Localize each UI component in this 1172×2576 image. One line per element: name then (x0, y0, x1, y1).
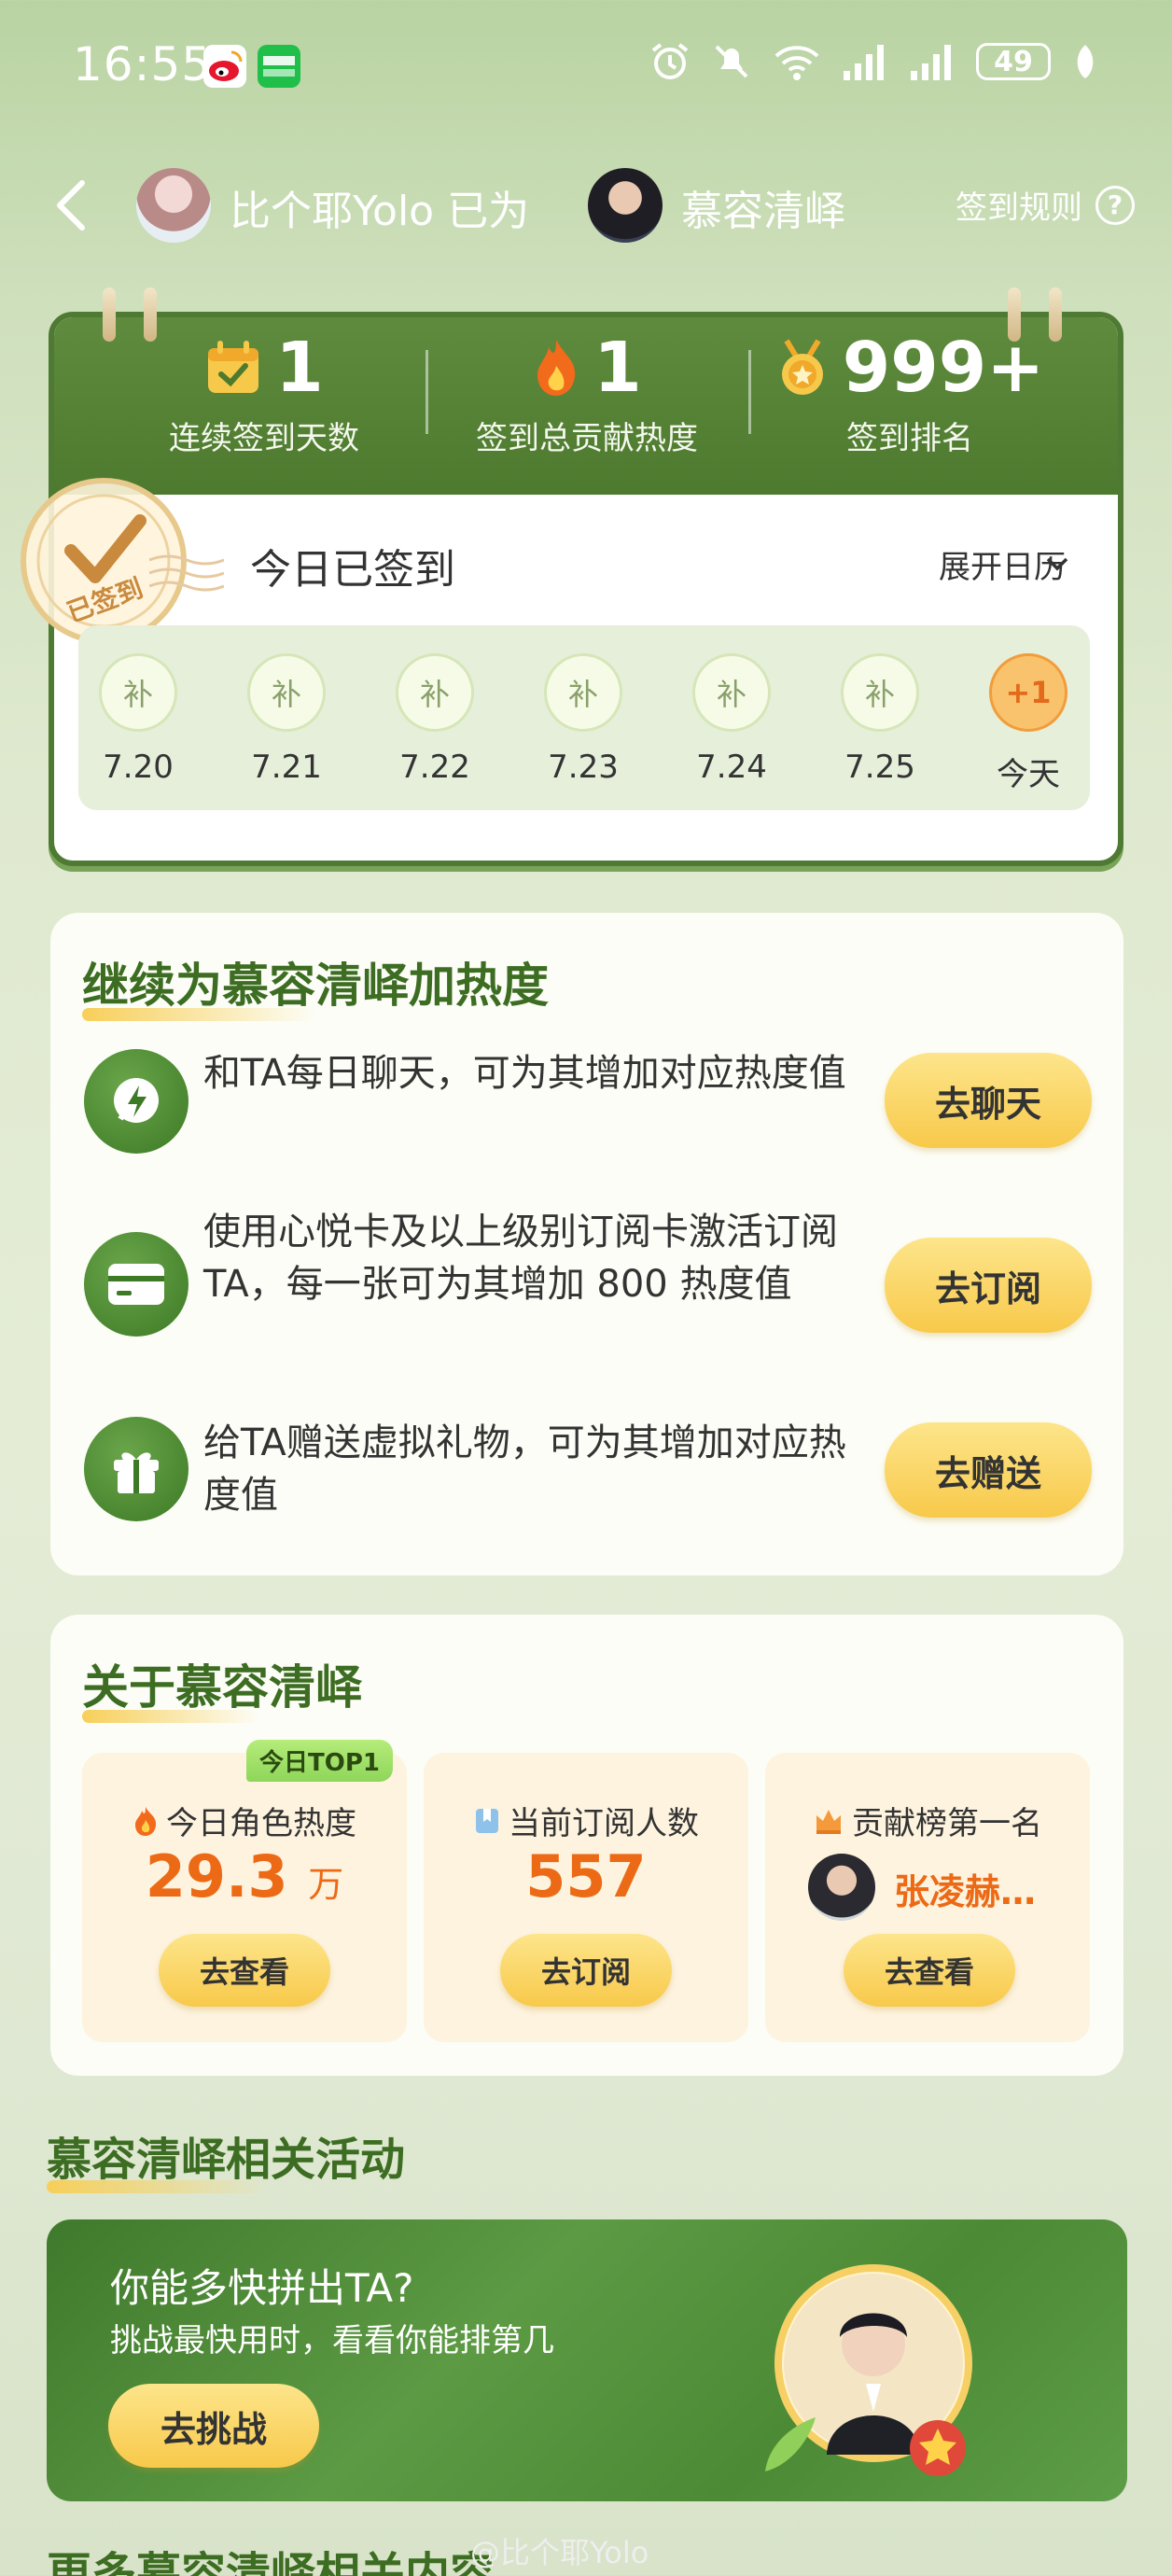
tile-title-text: 当前订阅人数 (509, 1805, 699, 1842)
tile-title: 当前订阅人数 (424, 1798, 748, 1843)
makeup-signin-badge[interactable]: 补 (544, 653, 622, 732)
back-arrow-icon[interactable] (49, 177, 91, 233)
character-avatar[interactable] (588, 168, 663, 243)
day-item[interactable]: 补 7.20 (96, 653, 180, 786)
about-title-text: 关于慕容清峄 (82, 1660, 362, 1715)
boost-section-title: 继续为慕容清峄加热度 (82, 948, 549, 1021)
makeup-signin-badge[interactable]: 补 (692, 653, 771, 732)
streak-value: 1 (275, 328, 324, 408)
subscribe-button[interactable]: 去订阅 (500, 1934, 672, 2007)
task-description: 给TA赠送虚拟礼物，可为其增加对应热度值 (203, 1421, 846, 1517)
day-item[interactable]: 补 7.24 (690, 653, 774, 786)
view-heat-button[interactable]: 去查看 (159, 1934, 330, 2007)
heat-label: 签到总贡献热度 (476, 420, 698, 457)
day-item[interactable]: 补 7.25 (838, 653, 922, 786)
character-name[interactable]: 慕容清峄 (681, 177, 845, 237)
view-ranking-button[interactable]: 去查看 (844, 1934, 1015, 2007)
contributor-name[interactable]: 张凌赫… (894, 1863, 1081, 1914)
signin-status: 今日已签到 (250, 546, 455, 594)
top1-badge: 今日TOP1 (246, 1740, 393, 1782)
more-content-title: 更多慕容清峄相关内容 (47, 2548, 495, 2576)
fire-icon (537, 340, 576, 396)
system-status-icons: 49 (649, 41, 1099, 82)
rank-stat: 999+ 签到排名 (746, 328, 1073, 458)
stamp-lines-decoration (149, 554, 224, 592)
boost-title-text: 继续为慕容清峄加热度 (82, 959, 549, 1013)
go-chat-button[interactable]: 去聊天 (885, 1053, 1092, 1148)
day-date: 7.22 (399, 749, 470, 786)
help-icon: ? (1095, 185, 1135, 225)
heat-value: 1 (593, 328, 642, 408)
day-date: 今天 (997, 756, 1060, 793)
tile-title-text: 贡献榜第一名 (852, 1805, 1042, 1842)
heat-unit: 万 (308, 1864, 344, 1905)
today-plus-badge[interactable]: +1 (989, 653, 1067, 732)
day-date: 7.25 (844, 749, 915, 786)
challenge-button[interactable]: 去挑战 (108, 2384, 319, 2468)
tile-value: 29.3 万 (82, 1842, 407, 1911)
day-item[interactable]: 补 7.22 (393, 653, 477, 786)
watermark: @比个耶Yolo (470, 2535, 649, 2570)
task-description: 使用心悦卡及以上级别订阅卡激活订阅TA，每一张可为其增加 800 热度值 (203, 1211, 838, 1306)
card-icon (84, 1232, 188, 1337)
iqiyi-icon (258, 45, 300, 88)
rank-value: 999+ (842, 328, 1045, 408)
streak-label: 连续签到天数 (169, 420, 359, 457)
signal-icon (844, 45, 884, 80)
user-name: 比个耶Yolo 已为 (230, 188, 530, 235)
heat-value: 29.3 (145, 1842, 288, 1911)
activities-title-text: 慕容清峄相关活动 (47, 2134, 406, 2186)
weibo-icon (203, 45, 246, 88)
star-badge-icon (910, 2420, 966, 2476)
puzzle-challenge-banner[interactable]: 你能多快拼出TA? 挑战最快用时，看看你能排第几 去挑战 (47, 2219, 1127, 2501)
heat-stat: 1 签到总贡献热度 (424, 328, 750, 458)
day-date: 7.23 (548, 749, 619, 786)
subscribers-value: 557 (525, 1842, 647, 1911)
task-description: 和TA每日聊天，可为其增加对应热度值 (203, 1052, 846, 1095)
leaf-icon (1077, 45, 1094, 78)
makeup-signin-badge[interactable]: 补 (99, 653, 177, 732)
go-subscribe-button[interactable]: 去订阅 (885, 1238, 1092, 1333)
makeup-signin-badge[interactable]: 补 (247, 653, 326, 732)
bookmark-icon (476, 1808, 498, 1833)
mute-icon (715, 45, 748, 78)
chevron-down-icon[interactable] (1045, 554, 1069, 573)
day-item[interactable]: 补 7.21 (244, 653, 328, 786)
rank-label: 签到排名 (846, 420, 973, 457)
tile-title: 贡献榜第一名 (765, 1798, 1090, 1843)
user-avatar[interactable] (136, 168, 211, 243)
day-date: 7.21 (251, 749, 322, 786)
tile-title: 今日角色热度 (82, 1798, 407, 1843)
status-time: 16:55 (73, 37, 213, 91)
fire-icon (135, 1806, 157, 1836)
streak-stat: 1 连续签到天数 (101, 328, 427, 458)
banner-subtitle: 挑战最快用时，看看你能排第几 (110, 2322, 554, 2359)
medal-icon (781, 339, 823, 395)
about-section-title: 关于慕容清峄 (82, 1650, 362, 1723)
crown-fire-icon (816, 1809, 841, 1834)
day-item-today[interactable]: +1 今天 (986, 653, 1070, 794)
rules-label: 签到规则 (956, 189, 1082, 227)
wifi-icon (774, 46, 819, 80)
contributor-avatar[interactable] (808, 1854, 875, 1921)
signal-icon (911, 45, 951, 80)
activities-section-title: 慕容清峄相关活动 (47, 2122, 406, 2193)
chat-bolt-icon (84, 1049, 188, 1154)
tile-title-text: 今日角色热度 (166, 1805, 356, 1842)
battery-indicator: 49 (976, 43, 1051, 80)
alarm-icon (651, 43, 689, 79)
day-date: 7.20 (103, 749, 174, 786)
day-date: 7.24 (696, 749, 767, 786)
leaf-decoration-icon (765, 2417, 816, 2471)
calendar-check-icon (208, 341, 259, 393)
banner-title: 你能多快拼出TA? (110, 2265, 414, 2311)
gift-icon (84, 1417, 188, 1521)
go-gift-button[interactable]: 去赠送 (885, 1422, 1092, 1518)
makeup-signin-badge[interactable]: 补 (841, 653, 919, 732)
day-item[interactable]: 补 7.23 (541, 653, 625, 786)
makeup-signin-badge[interactable]: 补 (396, 653, 474, 732)
signin-rules-link[interactable]: 签到规则 ? (956, 182, 1135, 228)
